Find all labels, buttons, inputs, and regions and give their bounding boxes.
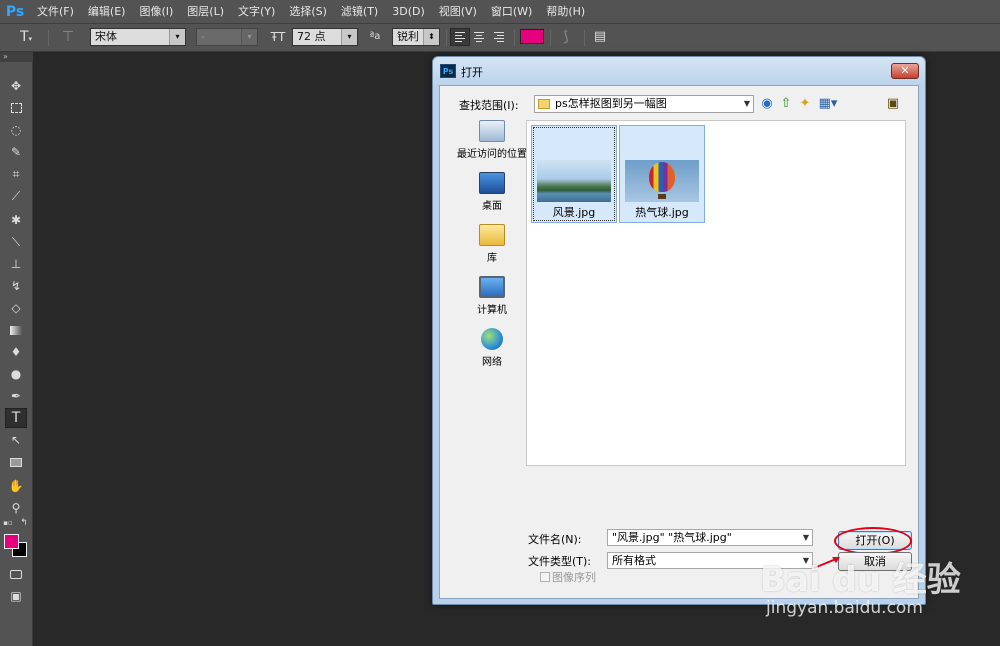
folder-icon [538, 99, 550, 109]
photoshop-icon: Ps [440, 64, 456, 78]
menu-window[interactable]: 窗口(W) [484, 0, 539, 24]
separator [446, 30, 447, 46]
text-color-swatch[interactable] [520, 29, 544, 44]
menu-filter[interactable]: 滤镜(T) [334, 0, 385, 24]
lasso-tool-icon[interactable]: ◌ [5, 120, 27, 140]
path-selection-tool-icon[interactable]: ↖ [5, 430, 27, 450]
watermark-url: jingyan.baidu.com [766, 598, 923, 618]
places-bar: 最近访问的位置 桌面 库 计算机 网络 [450, 120, 534, 368]
swap-colors-icon[interactable]: ↰ [18, 518, 30, 528]
computer-icon [479, 276, 505, 298]
filetype-label: 文件类型(T): [528, 555, 592, 568]
options-bar: T▾ ⊤ 宋体 ▾ - ▾ ŦT 72 点 ▾ ªa 锐利 ⬍ ⟆ ▤ [0, 24, 1000, 52]
menu-file[interactable]: 文件(F) [30, 0, 81, 24]
separator [550, 30, 551, 46]
menu-type[interactable]: 文字(Y) [231, 0, 282, 24]
type-tool-icon[interactable]: T [5, 408, 27, 428]
photoshop-logo: Ps [5, 3, 25, 20]
desktop-shortcut-icon[interactable]: ▣ [884, 95, 902, 113]
look-in-label: 查找范围(I): [459, 99, 519, 112]
annotation-circle [834, 527, 912, 555]
menu-select[interactable]: 选择(S) [282, 0, 334, 24]
place-recent[interactable]: 最近访问的位置 [450, 120, 534, 160]
crop-tool-icon[interactable]: ⌗ [5, 164, 27, 184]
menu-bar: Ps 文件(F) 编辑(E) 图像(I) 图层(L) 文字(Y) 选择(S) 滤… [0, 0, 1000, 24]
gradient-tool-icon[interactable] [5, 320, 27, 340]
view-menu-icon[interactable]: ▦▾ [816, 95, 840, 113]
rectangle-tool-icon[interactable] [5, 452, 27, 472]
toolbox: » ✥ ◌ ✎ ⌗ ⟋ ✱ ⟍ ⊥ ↯ ◇ ♦ ● ✒ T ↖ ✋ ⚲ ▪▫ ↰… [0, 52, 33, 646]
menu-help[interactable]: 帮助(H) [539, 0, 592, 24]
close-button[interactable]: ✕ [891, 63, 919, 79]
default-colors-icon[interactable]: ▪▫ [2, 518, 14, 528]
quick-mask-icon[interactable] [5, 564, 27, 584]
file-item[interactable]: 热气球.jpg [619, 125, 705, 223]
dialog-title: 打开 [461, 66, 483, 79]
align-left-icon[interactable] [450, 28, 470, 46]
image-sequence-checkbox[interactable]: 图像序列 [540, 569, 596, 585]
separator [584, 30, 585, 46]
landscape-thumbnail [537, 160, 611, 202]
font-size-select[interactable]: 72 点 ▾ [292, 28, 358, 46]
font-size-icon: ŦT [270, 30, 286, 44]
new-folder-icon[interactable]: ✦ [796, 95, 814, 113]
separator [48, 30, 49, 46]
file-item[interactable]: 风景.jpg [531, 125, 617, 223]
filename-label: 文件名(N): [528, 533, 582, 546]
eraser-tool-icon[interactable]: ◇ [5, 298, 27, 318]
clone-stamp-tool-icon[interactable]: ⊥ [5, 254, 27, 274]
zoom-tool-icon[interactable]: ⚲ [5, 498, 27, 518]
antialias-select[interactable]: 锐利 ⬍ [392, 28, 440, 46]
library-icon [479, 224, 505, 246]
open-file-dialog: Ps 打开 ✕ 查找范围(I): ps怎样抠图到另一幅图 ▼ ◉ ⇧ ✦ ▦▾ … [432, 56, 926, 605]
desktop-icon [479, 172, 505, 194]
look-in-select[interactable]: ps怎样抠图到另一幅图 ▼ [534, 95, 754, 113]
file-list[interactable]: 风景.jpg 热气球.jpg [526, 120, 906, 466]
dialog-titlebar[interactable]: Ps 打开 ✕ [433, 57, 925, 85]
menu-layer[interactable]: 图层(L) [180, 0, 231, 24]
place-desktop[interactable]: 桌面 [450, 172, 534, 212]
place-network[interactable]: 网络 [450, 328, 534, 368]
separator [514, 30, 515, 46]
place-computer[interactable]: 计算机 [450, 276, 534, 316]
type-tool-preset-icon[interactable]: T▾ [14, 28, 38, 46]
blur-tool-icon[interactable]: ♦ [5, 342, 27, 362]
menu-view[interactable]: 视图(V) [432, 0, 484, 24]
dialog-body: 查找范围(I): ps怎样抠图到另一幅图 ▼ ◉ ⇧ ✦ ▦▾ ▣ 最近访问的位… [439, 85, 919, 599]
baidu-jingyan-watermark: Bai du 经验 jingyan.baidu.com [760, 552, 996, 624]
pen-tool-icon[interactable]: ✒ [5, 386, 27, 406]
eyedropper-tool-icon[interactable]: ⟋ [5, 186, 27, 206]
up-folder-icon[interactable]: ⇧ [777, 95, 795, 113]
move-tool-icon[interactable]: ✥ [5, 76, 27, 96]
recent-places-icon [479, 120, 505, 142]
balloon-thumbnail [625, 160, 699, 202]
checkbox-box [540, 572, 550, 582]
brush-tool-icon[interactable]: ⟍ [5, 232, 27, 252]
network-globe-icon [481, 328, 503, 350]
dodge-tool-icon[interactable]: ● [5, 364, 27, 384]
filename-input[interactable]: "风景.jpg" "热气球.jpg" ▼ [607, 529, 813, 546]
menu-edit[interactable]: 编辑(E) [81, 0, 133, 24]
marquee-tool-icon[interactable] [5, 98, 27, 118]
screen-mode-icon[interactable]: ▣ [5, 586, 27, 606]
history-brush-tool-icon[interactable]: ↯ [5, 276, 27, 296]
warp-text-icon[interactable]: ⟆ [556, 28, 576, 46]
place-library[interactable]: 库 [450, 224, 534, 264]
watermark-brand: Bai du 经验 [760, 560, 961, 600]
font-family-select[interactable]: 宋体 ▾ [90, 28, 186, 46]
character-panel-icon[interactable]: ▤ [590, 28, 610, 46]
back-icon[interactable]: ◉ [758, 95, 776, 113]
align-right-icon[interactable] [490, 28, 510, 46]
collapse-toolbox-icon[interactable]: » [0, 52, 33, 62]
hand-tool-icon[interactable]: ✋ [5, 476, 27, 496]
menu-image[interactable]: 图像(I) [132, 0, 180, 24]
font-style-select[interactable]: - ▾ [196, 28, 258, 46]
quick-selection-tool-icon[interactable]: ✎ [5, 142, 27, 162]
toggle-text-orientation-icon[interactable]: ⊤ [58, 28, 78, 46]
antialias-icon: ªa [369, 31, 381, 42]
menu-3d[interactable]: 3D(D) [385, 0, 432, 24]
foreground-color-swatch[interactable] [4, 534, 19, 549]
align-center-icon[interactable] [470, 28, 490, 46]
healing-brush-tool-icon[interactable]: ✱ [5, 210, 27, 230]
